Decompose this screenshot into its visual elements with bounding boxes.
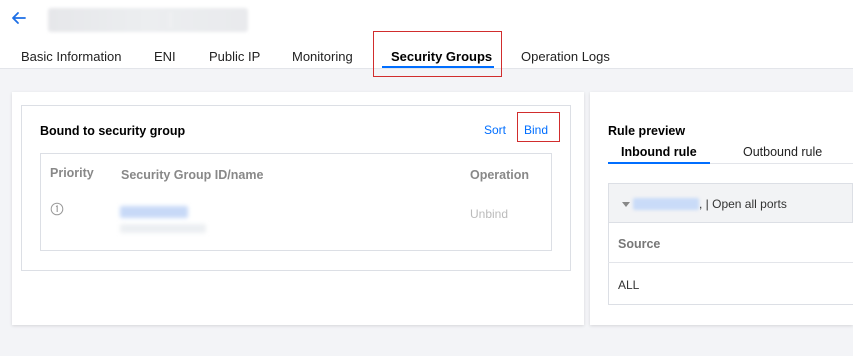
tab-operation-logs[interactable]: Operation Logs: [521, 49, 610, 64]
bind-button[interactable]: Bind: [524, 123, 548, 137]
rule-source-value: ALL: [618, 278, 640, 292]
column-header-source: Source: [618, 237, 661, 251]
back-arrow-icon[interactable]: [10, 8, 28, 28]
unbind-button[interactable]: Unbind: [470, 207, 508, 221]
rule-table-divider: [608, 262, 853, 263]
sort-button[interactable]: Sort: [484, 123, 506, 137]
tab-eni[interactable]: ENI: [154, 49, 176, 64]
instance-title-redacted: [48, 8, 248, 32]
column-header-priority: Priority: [50, 166, 94, 180]
security-group-id-link-redacted[interactable]: [120, 206, 188, 218]
tab-monitoring[interactable]: Monitoring: [292, 49, 353, 64]
column-header-security-group: Security Group ID/name: [121, 168, 264, 182]
rule-group-summary: , | Open all ports: [699, 197, 787, 211]
rule-table: [608, 223, 853, 305]
security-group-name-redacted: [120, 224, 206, 233]
active-tab-indicator: [382, 66, 494, 68]
active-rule-tab-indicator: [608, 162, 710, 164]
tab-basic-information[interactable]: Basic Information: [21, 49, 121, 64]
tab-inbound-rule[interactable]: Inbound rule: [621, 145, 697, 159]
rule-preview-title: Rule preview: [608, 124, 686, 138]
bound-section-title: Bound to security group: [40, 124, 186, 138]
tab-public-ip[interactable]: Public IP: [209, 49, 260, 64]
tab-security-groups[interactable]: Security Groups: [391, 49, 492, 64]
rule-group-name-redacted: [633, 198, 699, 210]
priority-info-icon: [50, 202, 64, 216]
tab-outbound-rule[interactable]: Outbound rule: [743, 145, 822, 159]
column-header-operation: Operation: [470, 168, 530, 182]
caret-down-icon[interactable]: [622, 202, 630, 207]
